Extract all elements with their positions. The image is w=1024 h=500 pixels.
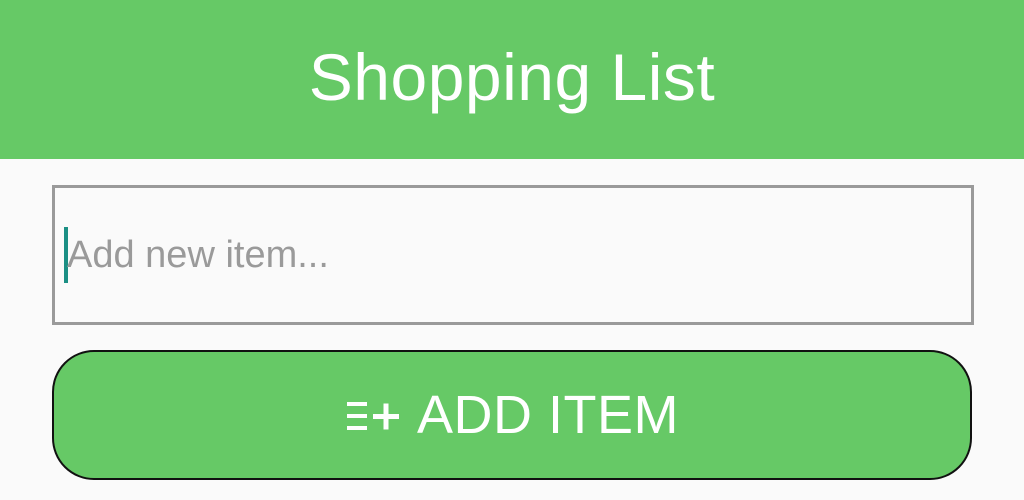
page-title: Shopping List — [308, 39, 716, 114]
new-item-input[interactable] — [67, 188, 957, 322]
new-item-input-container[interactable] — [52, 185, 974, 325]
playlist-add-icon — [345, 396, 403, 436]
app-header: Shopping List — [0, 0, 1024, 159]
add-item-button[interactable]: ADD ITEM — [52, 350, 972, 480]
app-root: Shopping List ADD ITEM — [0, 0, 1024, 500]
add-item-label: ADD ITEM — [416, 385, 679, 445]
